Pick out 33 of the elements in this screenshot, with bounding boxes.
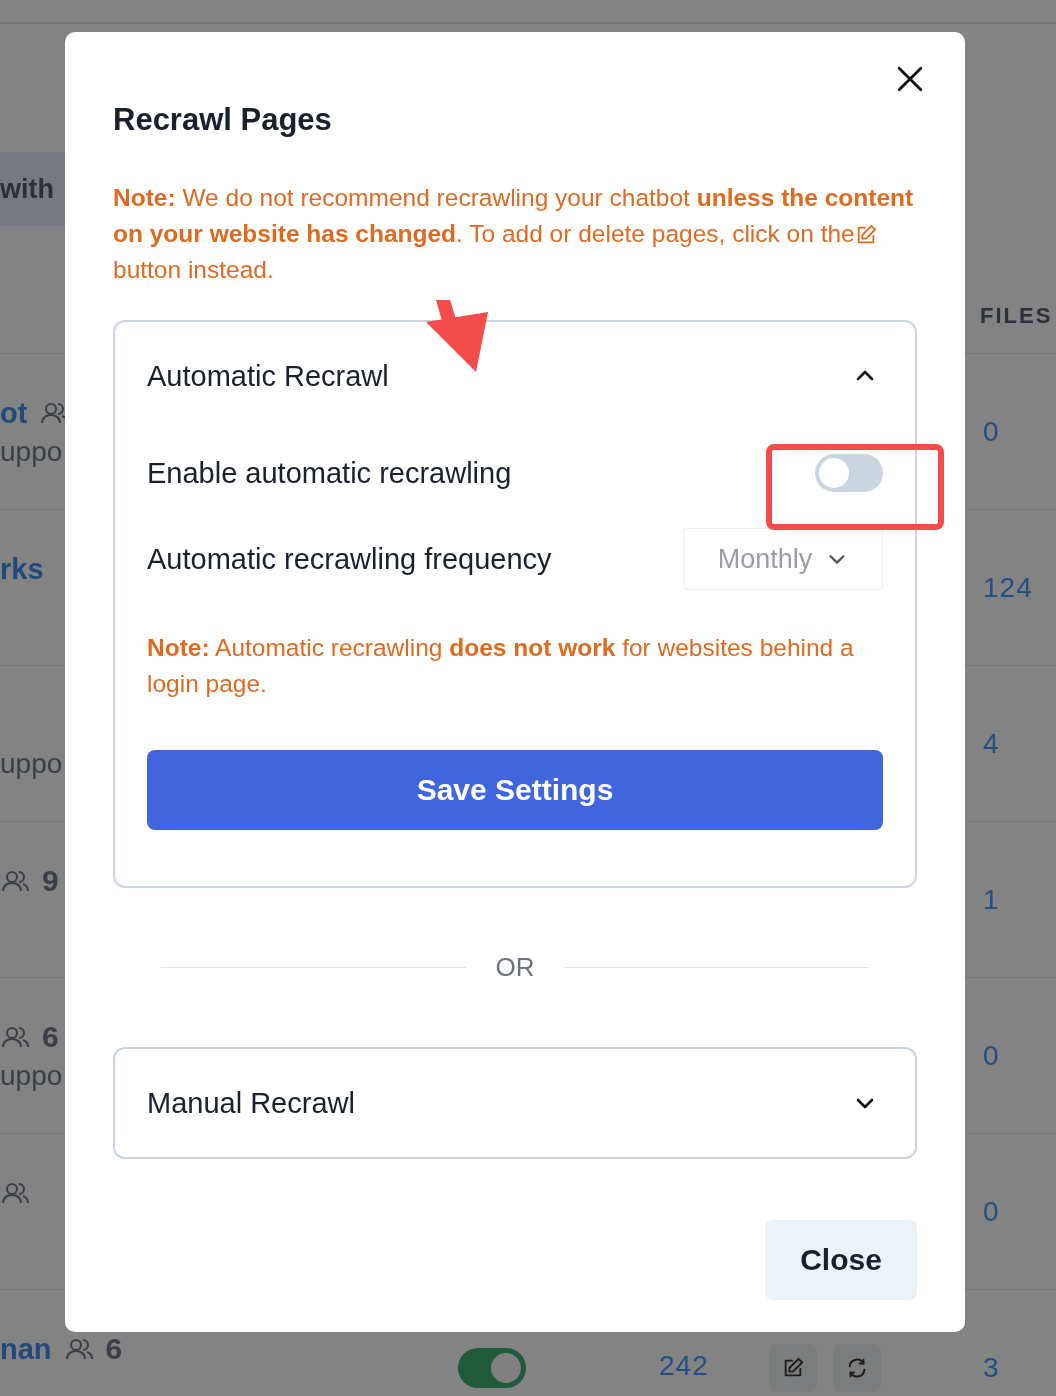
accordion-header[interactable]: Automatic Recrawl	[147, 322, 883, 430]
or-separator: OR	[495, 952, 535, 983]
row-subtitle: uppo	[0, 436, 64, 468]
filter-chip[interactable]: with	[0, 152, 65, 226]
member-count: 6	[105, 1332, 123, 1366]
accordion-header[interactable]: Manual Recrawl	[147, 1049, 883, 1157]
files-count: 3	[983, 1352, 1000, 1383]
row-subtitle: uppo	[0, 748, 64, 780]
toggle-switch[interactable]	[815, 454, 883, 492]
files-count: 1	[983, 884, 1000, 915]
refresh-button[interactable]	[832, 1344, 881, 1392]
files-count: 0	[983, 416, 1000, 447]
column-header: FILES	[980, 303, 1053, 328]
row-subtitle: uppo	[0, 1060, 64, 1092]
setting-label: Enable automatic recrawling	[147, 456, 512, 490]
row-title[interactable]: ot	[0, 396, 28, 430]
page-count: 242	[659, 1350, 709, 1382]
close-button[interactable]: Close	[765, 1220, 917, 1300]
warning-note: Note: Automatic recrawling does not work for websites behind a login page.	[147, 633, 855, 699]
warning-note: Note: We do not recommend recrawling your chatbot unless the content on your website has changed. To add or delete pages, click on the button instead.	[113, 183, 915, 285]
setting-label: Automatic recrawling frequency	[147, 542, 552, 576]
row-title[interactable]: nan	[0, 1332, 52, 1366]
files-count: 4	[983, 728, 1000, 759]
edit-button[interactable]	[768, 1344, 817, 1392]
row-title[interactable]: rks	[0, 552, 44, 586]
files-count: 0	[983, 1040, 1000, 1071]
member-count: 9	[42, 864, 59, 898]
dialog-title: Recrawl Pages	[113, 102, 332, 138]
files-count: 0	[983, 1196, 1000, 1227]
save-settings-button[interactable]: Save Settings	[147, 750, 883, 830]
toggle-switch[interactable]	[458, 1348, 526, 1388]
files-count: 124	[983, 572, 1033, 603]
member-count: 6	[42, 1020, 59, 1054]
